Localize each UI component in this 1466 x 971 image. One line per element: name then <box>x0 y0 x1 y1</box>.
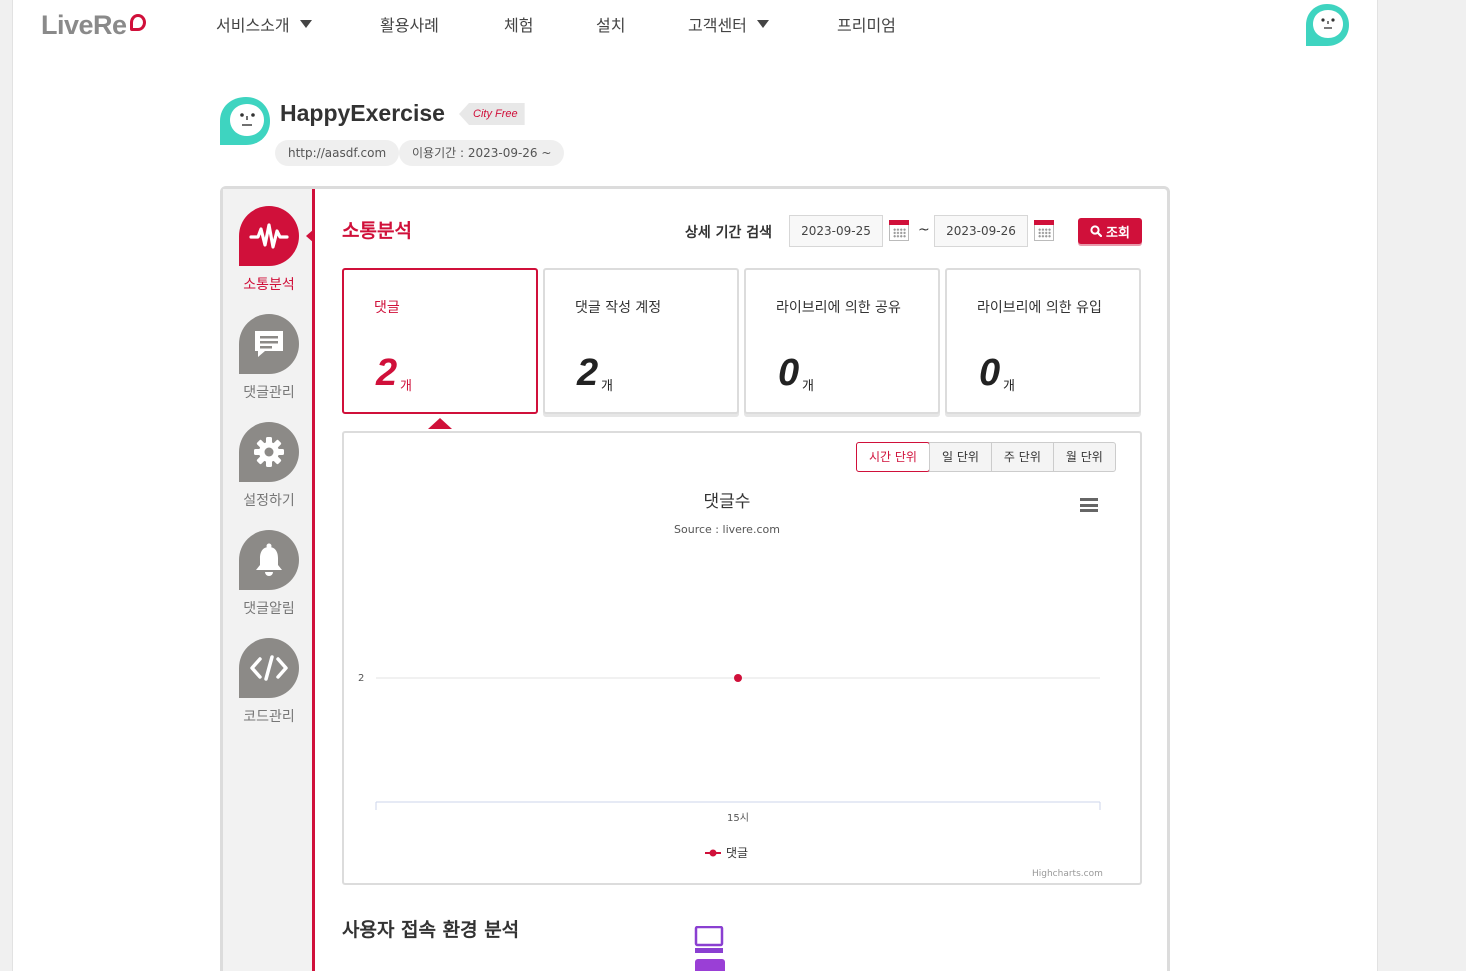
stat-unit: 개 <box>802 379 814 394</box>
date-from-input[interactable]: 2023-09-25 <box>789 215 883 247</box>
stat-unit: 개 <box>400 379 412 394</box>
nav-item-cases[interactable]: 활용사례 <box>380 12 439 36</box>
nav-label: 활용사례 <box>380 16 439 35</box>
logo-text: LiveRe <box>41 9 127 40</box>
env-section-title: 사용자 접속 환경 분석 <box>342 919 520 941</box>
nav-label: 설치 <box>596 16 626 35</box>
date-to-input[interactable]: 2023-09-26 <box>934 215 1028 247</box>
stat-value: 0 <box>979 352 1001 394</box>
usage-period: 이용기간 : 2023-09-26 ~ <box>399 140 565 166</box>
date-separator: ~ <box>918 222 930 238</box>
nav-label: 고객센터 <box>688 16 747 35</box>
query-label: 조회 <box>1106 225 1130 241</box>
nav-item-install[interactable]: 설치 <box>596 12 625 36</box>
sidebar-item-comments[interactable]: 댓글관리 <box>237 314 301 402</box>
page: LiveRe 서비스소개 활용사례 체험 설치 고객센터 프리미엄 HappyE… <box>12 0 1378 971</box>
nav-item-premium[interactable]: 프리미엄 <box>837 12 896 36</box>
code-icon <box>239 638 299 698</box>
stat-unit: 개 <box>1003 379 1015 394</box>
sidebar-item-label: 소통분석 <box>243 277 295 293</box>
plan-badge: City Free <box>459 103 525 125</box>
site-name: HappyExercise <box>280 100 445 126</box>
highcharts-credit[interactable]: Highcharts.com <box>1032 869 1103 879</box>
nav-label: 체험 <box>504 16 534 35</box>
legend-marker <box>709 849 717 857</box>
site-avatar-icon <box>220 97 270 145</box>
sidebar-item-code[interactable]: 코드관리 <box>237 638 301 726</box>
comment-icon <box>239 314 299 374</box>
y-tick-label: 2 <box>358 673 364 684</box>
stat-value: 2 <box>577 352 599 394</box>
period-search-label: 상세 기간 검색 <box>685 225 773 241</box>
stat-card-accounts[interactable]: 댓글 작성 계정 2 개 <box>543 268 739 414</box>
stat-label: 라이브리에 의한 유입 <box>977 300 1102 316</box>
sidebar-item-label: 댓글관리 <box>243 385 295 401</box>
legend-label: 댓글 <box>726 846 748 860</box>
section-title: 소통분석 <box>342 220 412 242</box>
nav-item-support[interactable]: 고객센터 <box>688 12 769 36</box>
nav-item-service[interactable]: 서비스소개 <box>216 12 312 36</box>
comment-chart: 2 15시 댓글 <box>358 673 1101 860</box>
logo-mark-icon <box>129 13 146 31</box>
sidebar-item-label: 코드관리 <box>243 709 295 725</box>
nav-label: 프리미엄 <box>837 16 896 35</box>
sidebar-item-label: 댓글알림 <box>243 601 295 617</box>
nav-label: 서비스소개 <box>216 16 290 35</box>
card-pointer <box>428 418 452 429</box>
stat-label: 라이브리에 의한 공유 <box>776 300 901 316</box>
search-icon <box>1090 225 1103 237</box>
sidebar-item-label: 설정하기 <box>243 493 295 509</box>
query-button[interactable]: 조회 <box>1078 218 1142 244</box>
chevron-down-icon <box>756 20 769 28</box>
gear-icon <box>239 422 299 482</box>
sidebar-item-alerts[interactable]: 댓글알림 <box>237 530 301 618</box>
stat-value: 2 <box>376 352 398 394</box>
chevron-down-icon <box>299 20 312 28</box>
pulse-icon <box>239 206 299 266</box>
sidebar-item-analysis[interactable]: 소통분석 <box>237 206 301 294</box>
chart-container: 시간 단위 일 단위 주 단위 월 단위 댓글수 Source : livere… <box>342 431 1142 885</box>
stat-card-inflows[interactable]: 라이브리에 의한 유입 0 개 <box>945 268 1141 414</box>
stat-label: 댓글 <box>374 300 400 316</box>
stat-unit: 개 <box>601 379 613 394</box>
calendar-icon[interactable] <box>1034 220 1054 241</box>
dashboard-panel: 소통분석 댓글관리 설정하기 댓글알림 코드관리 소통분석 상세 기간 검색 2… <box>220 186 1170 971</box>
stat-card-comments[interactable]: 댓글 2 개 <box>342 268 538 414</box>
stat-card-shares[interactable]: 라이브리에 의한 공유 0 개 <box>744 268 940 414</box>
stat-label: 댓글 작성 계정 <box>575 300 662 316</box>
data-point[interactable] <box>734 674 742 682</box>
legend[interactable]: 댓글 <box>705 846 748 860</box>
x-tick-label: 15시 <box>727 812 749 824</box>
device-icon <box>694 926 725 971</box>
stat-value: 0 <box>778 352 800 394</box>
livere-logo[interactable]: LiveRe <box>41 10 146 40</box>
active-pointer <box>306 229 314 243</box>
user-avatar-icon[interactable] <box>1304 3 1350 47</box>
bell-icon <box>239 530 299 590</box>
nav-item-trial[interactable]: 체험 <box>504 12 533 36</box>
sidebar: 소통분석 댓글관리 설정하기 댓글알림 코드관리 <box>223 189 315 971</box>
calendar-icon[interactable] <box>889 220 909 241</box>
sidebar-item-settings[interactable]: 설정하기 <box>237 422 301 510</box>
site-url[interactable]: http://aasdf.com <box>275 140 400 166</box>
